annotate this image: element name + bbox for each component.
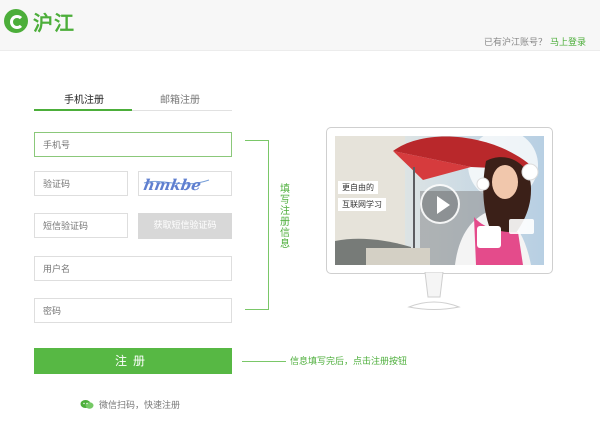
login-prompt: 已有沪江账号？ 马上登录 — [484, 35, 586, 48]
sms-code-input[interactable] — [34, 213, 128, 238]
logo-text: 沪江 — [33, 10, 75, 35]
phone-input[interactable] — [34, 132, 232, 157]
captcha-input[interactable] — [34, 171, 128, 196]
wechat-icon — [80, 399, 94, 410]
wechat-register-link[interactable]: 微信扫码，快速注册 — [80, 398, 180, 411]
register-button[interactable]: 注册 — [34, 348, 232, 374]
form-callout-bottom-line — [245, 309, 269, 310]
active-tab-indicator — [34, 109, 132, 111]
hujiang-logo[interactable]: 沪江 — [4, 6, 75, 36]
play-button-icon[interactable] — [420, 184, 460, 224]
tab-phone-register[interactable]: 手机注册 — [64, 91, 104, 106]
register-tabs: 手机注册 邮箱注册 — [34, 86, 232, 111]
password-input[interactable] — [34, 298, 232, 323]
captcha-image[interactable]: hmkbe — [138, 171, 232, 196]
wechat-register-label: 微信扫码，快速注册 — [99, 401, 181, 411]
form-callout-vertical-line — [268, 140, 269, 310]
monitor-stand — [407, 272, 461, 310]
get-sms-code-button[interactable]: 获取短信验证码 — [138, 213, 232, 239]
account-prompt-text: 已有沪江账号？ — [483, 38, 547, 48]
login-link[interactable]: 马上登录 — [550, 38, 586, 48]
captcha-text: hmkbe — [142, 176, 202, 194]
username-input[interactable] — [34, 256, 232, 281]
register-callout-line — [242, 361, 286, 362]
register-callout-text: 信息填写完后，点击注册按钮 — [290, 357, 408, 367]
top-header: 沪江 已有沪江账号？ 马上登录 — [0, 0, 600, 51]
video-caption-line-1: 更自由的 — [338, 181, 378, 194]
logo-icon — [4, 9, 28, 33]
tab-email-register[interactable]: 邮箱注册 — [160, 91, 200, 106]
fill-info-callout: 填写注册信息 — [280, 184, 290, 250]
video-caption-line-2: 互联网学习 — [338, 198, 386, 211]
form-callout-top-line — [245, 140, 269, 141]
